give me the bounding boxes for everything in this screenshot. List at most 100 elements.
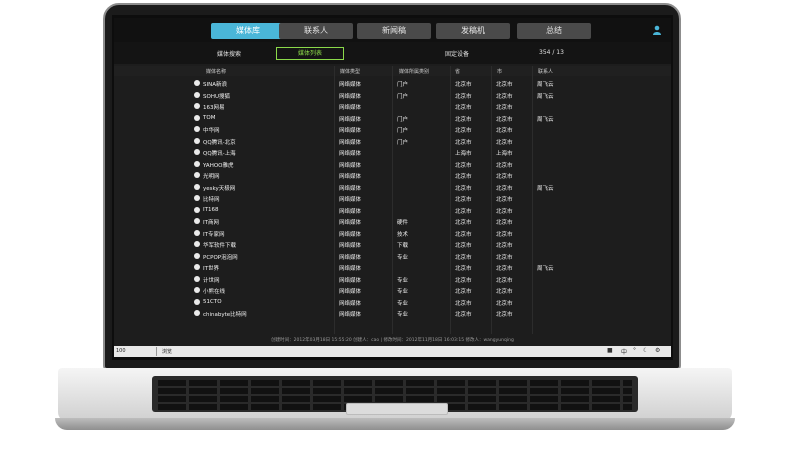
expand-icon[interactable] (194, 287, 200, 293)
zoom-level[interactable]: 100 (116, 348, 126, 354)
table-row[interactable]: 光明网 网络媒体 北京市 北京市 (114, 170, 671, 181)
col-contact[interactable]: 联系人 (538, 68, 553, 75)
tab-summary[interactable]: 总结 (517, 23, 591, 39)
table-row[interactable]: IT168 网络媒体 北京市 北京市 (114, 205, 671, 216)
table-row[interactable]: 小熊在线 网络媒体 专业 北京市 北京市 (114, 285, 671, 296)
expand-icon[interactable] (194, 241, 200, 247)
contact-cell: 周飞云 (537, 266, 554, 272)
expand-icon[interactable] (194, 218, 200, 224)
media-type-cell: 网络媒体 (339, 185, 362, 192)
expand-icon[interactable] (194, 160, 200, 167)
table-row[interactable]: IT世界 网络媒体 北京市 北京市 周飞云 (114, 262, 671, 273)
expand-icon[interactable] (194, 149, 200, 155)
province-cell: 北京市 (455, 197, 472, 203)
fixed-device-link[interactable]: 固定设备 (445, 49, 469, 58)
city-cell: 北京市 (496, 197, 513, 203)
record-info: 创建时间：2012年03月18日 15:55:20 创建人：cao | 修改时间… (271, 338, 514, 343)
expand-icon[interactable] (194, 264, 200, 270)
media-name-cell: 华军软件下载 (203, 243, 237, 249)
province-cell: 北京市 (455, 289, 472, 295)
table-row[interactable]: TOM 网络媒体 门户 北京市 北京市 周飞云 (114, 113, 671, 124)
table-row[interactable]: SOHU搜狐 网络媒体 门户 北京市 北京市 周飞云 (114, 90, 671, 101)
table-row[interactable]: 计世网 网络媒体 专业 北京市 北京市 (114, 274, 671, 285)
city-cell: 北京市 (496, 300, 513, 307)
table-row[interactable]: YAHOO雅虎 网络媒体 北京市 北京市 (114, 159, 671, 170)
expand-icon[interactable] (194, 298, 200, 305)
city-cell: 北京市 (496, 185, 513, 192)
expand-icon[interactable] (194, 103, 200, 109)
media-name-cell: TOM (203, 114, 216, 121)
col-province[interactable]: 省 (455, 68, 460, 75)
col-media-category[interactable]: 媒体所属类别 (399, 68, 429, 75)
media-name-cell: SOHU搜狐 (203, 93, 230, 100)
table-row[interactable]: 163网易 网络媒体 北京市 北京市 (114, 101, 671, 112)
province-cell: 北京市 (455, 231, 472, 238)
table-row[interactable]: chinabyte比特网 网络媒体 专业 北京市 北京市 (114, 308, 671, 319)
expand-icon[interactable] (194, 80, 200, 86)
media-category-cell: 门户 (397, 128, 409, 134)
expand-icon[interactable] (194, 206, 200, 213)
table-row[interactable]: 华军软件下载 网络媒体 下载 北京市 北京市 (114, 239, 671, 250)
expand-icon[interactable] (194, 229, 200, 236)
media-name-cell: yesky天极网 (203, 185, 236, 192)
expand-icon[interactable] (194, 252, 200, 259)
app-screen: 媒体库 联系人 新闻稿 发稿机 总结 媒体搜索 媒体列表 固定设备 354 / … (114, 18, 671, 357)
sub-navigation: 媒体搜索 媒体列表 固定设备 354 / 13 (114, 42, 671, 64)
media-name-cell: 比特网 (203, 197, 220, 203)
table-row[interactable]: yesky天极网 网络媒体 北京市 北京市 周飞云 (114, 182, 671, 193)
language-icon[interactable]: 中 (621, 347, 627, 356)
media-list-tab[interactable]: 媒体列表 (276, 47, 344, 60)
media-type-cell: 网络媒体 (339, 128, 362, 134)
media-name-cell: 51CTO (203, 298, 222, 305)
tab-media-library[interactable]: 媒体库 (211, 23, 285, 39)
media-name-cell: chinabyte比特网 (203, 312, 247, 318)
table-row[interactable]: QQ腾讯-北京 网络媒体 门户 北京市 北京市 (114, 136, 671, 147)
table-row[interactable]: IT专家网 网络媒体 技术 北京市 北京市 (114, 228, 671, 239)
expand-icon[interactable] (194, 137, 200, 144)
province-cell: 北京市 (455, 128, 472, 134)
moon-icon[interactable]: ☾ (643, 347, 648, 354)
media-category-cell: 门户 (397, 82, 409, 88)
user-icon[interactable] (652, 25, 662, 35)
expand-icon[interactable] (194, 126, 200, 132)
system-tray: ■ 中 ° ☾ ⚙ (607, 347, 669, 356)
city-cell: 北京市 (496, 139, 513, 146)
media-name-cell: PCPOP泡泡网 (203, 254, 238, 261)
tab-press-release[interactable]: 新闻稿 (357, 23, 431, 39)
province-cell: 北京市 (455, 174, 472, 180)
media-category-cell: 专业 (397, 277, 409, 284)
expand-icon[interactable] (194, 183, 200, 190)
contact-cell: 周飞云 (537, 82, 554, 88)
col-media-type[interactable]: 媒体类型 (340, 68, 360, 75)
settings-icon[interactable]: ⚙ (655, 347, 660, 354)
media-name-cell: QQ腾讯-上海 (203, 151, 236, 157)
expand-icon[interactable] (194, 172, 200, 178)
province-cell: 北京市 (455, 300, 472, 307)
input-method-icon[interactable]: ■ (607, 347, 613, 354)
media-search-link[interactable]: 媒体搜索 (217, 49, 241, 58)
table-row[interactable]: 比特网 网络媒体 北京市 北京市 (114, 193, 671, 204)
expand-icon[interactable] (194, 275, 200, 282)
expand-icon[interactable] (194, 91, 200, 98)
punctuation-icon[interactable]: ° (633, 347, 636, 354)
media-category-cell: 门户 (397, 139, 409, 146)
city-cell: 北京市 (496, 312, 513, 318)
table-row[interactable]: 中华网 网络媒体 门户 北京市 北京市 (114, 124, 671, 135)
view-mode[interactable]: 浏览 (162, 348, 172, 355)
expand-icon[interactable] (194, 114, 200, 121)
city-cell: 北京市 (496, 289, 513, 295)
media-type-cell: 网络媒体 (339, 220, 362, 226)
expand-icon[interactable] (194, 310, 200, 316)
province-cell: 北京市 (455, 312, 472, 318)
tab-sender[interactable]: 发稿机 (436, 23, 510, 39)
table-row[interactable]: PCPOP泡泡网 网络媒体 专业 北京市 北京市 (114, 251, 671, 262)
col-city[interactable]: 市 (497, 68, 502, 75)
table-row[interactable]: IT商网 网络媒体 硬件 北京市 北京市 (114, 216, 671, 227)
table-row[interactable]: QQ腾讯-上海 网络媒体 上海市 上海市 (114, 147, 671, 158)
expand-icon[interactable] (194, 195, 200, 201)
table-row[interactable]: SINA新浪 网络媒体 门户 北京市 北京市 周飞云 (114, 78, 671, 89)
province-cell: 北京市 (455, 277, 472, 284)
col-media-name[interactable]: 媒体名称 (206, 68, 226, 75)
tab-contacts[interactable]: 联系人 (279, 23, 353, 39)
table-row[interactable]: 51CTO 网络媒体 专业 北京市 北京市 (114, 297, 671, 308)
